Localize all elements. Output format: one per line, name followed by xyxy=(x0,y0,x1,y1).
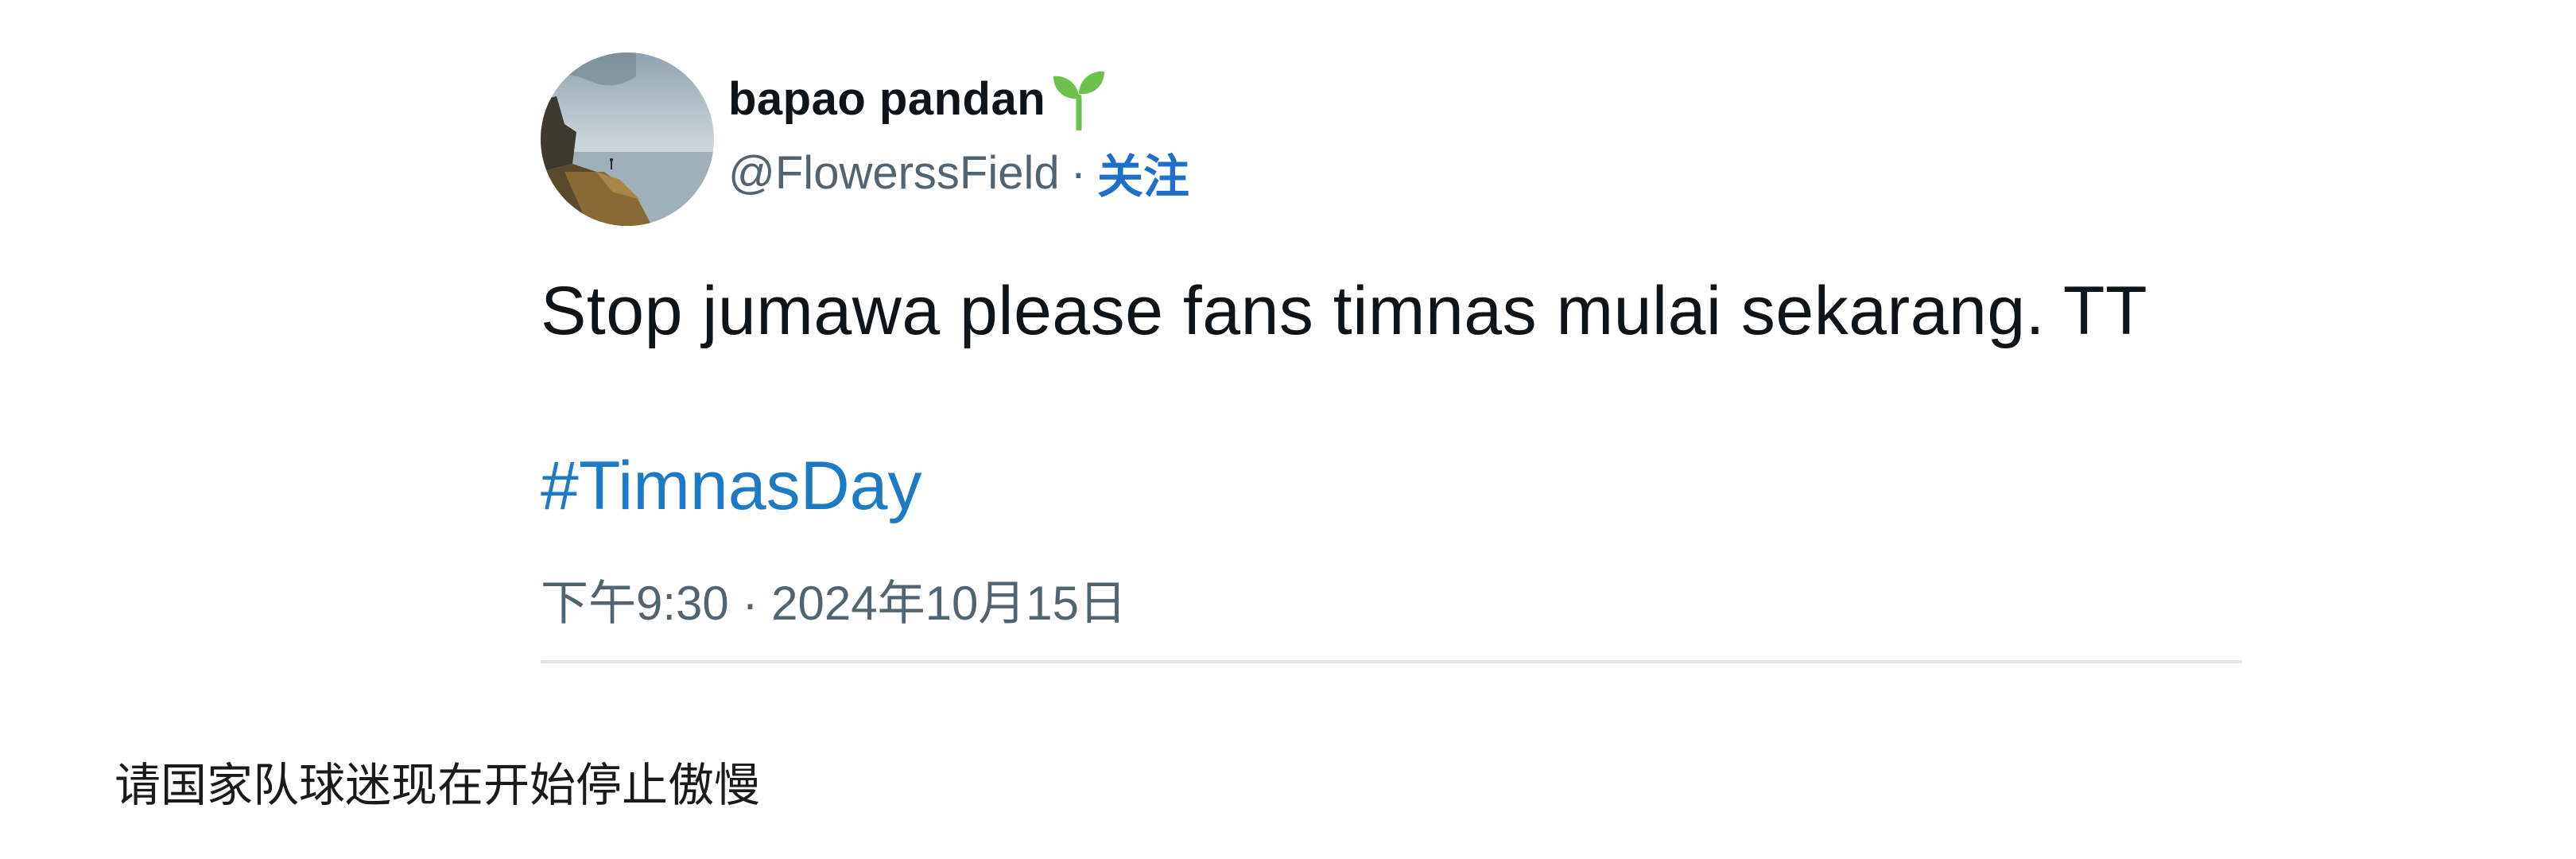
follow-button[interactable]: 关注 xyxy=(1097,139,1189,206)
author-name-row: bapao pandan xyxy=(728,67,1682,132)
separator-dot: · xyxy=(1070,146,1086,199)
tweet-text: Stop jumawa please fans timnas mulai sek… xyxy=(541,273,2147,349)
tweet-author: bapao pandan @FlowerssField · 关注 xyxy=(728,67,1682,205)
hashtag-link[interactable]: #TimnasDay xyxy=(541,447,922,526)
page: bapao pandan @FlowerssField · 关注 Stop ju… xyxy=(0,0,2576,859)
author-display-name[interactable]: bapao pandan xyxy=(728,72,1046,126)
translation-caption: 请国家队球迷现在开始停止傲慢 xyxy=(114,760,761,811)
author-handle-row: @FlowerssField · 关注 xyxy=(728,140,1682,205)
author-handle[interactable]: @FlowerssField xyxy=(728,146,1060,200)
divider xyxy=(541,660,2242,663)
tweet-timestamp[interactable]: 下午9:30 · 2024年10月15日 xyxy=(541,565,1127,634)
avatar-image xyxy=(541,52,714,226)
avatar[interactable] xyxy=(541,52,714,226)
seedling-icon xyxy=(1050,67,1108,132)
